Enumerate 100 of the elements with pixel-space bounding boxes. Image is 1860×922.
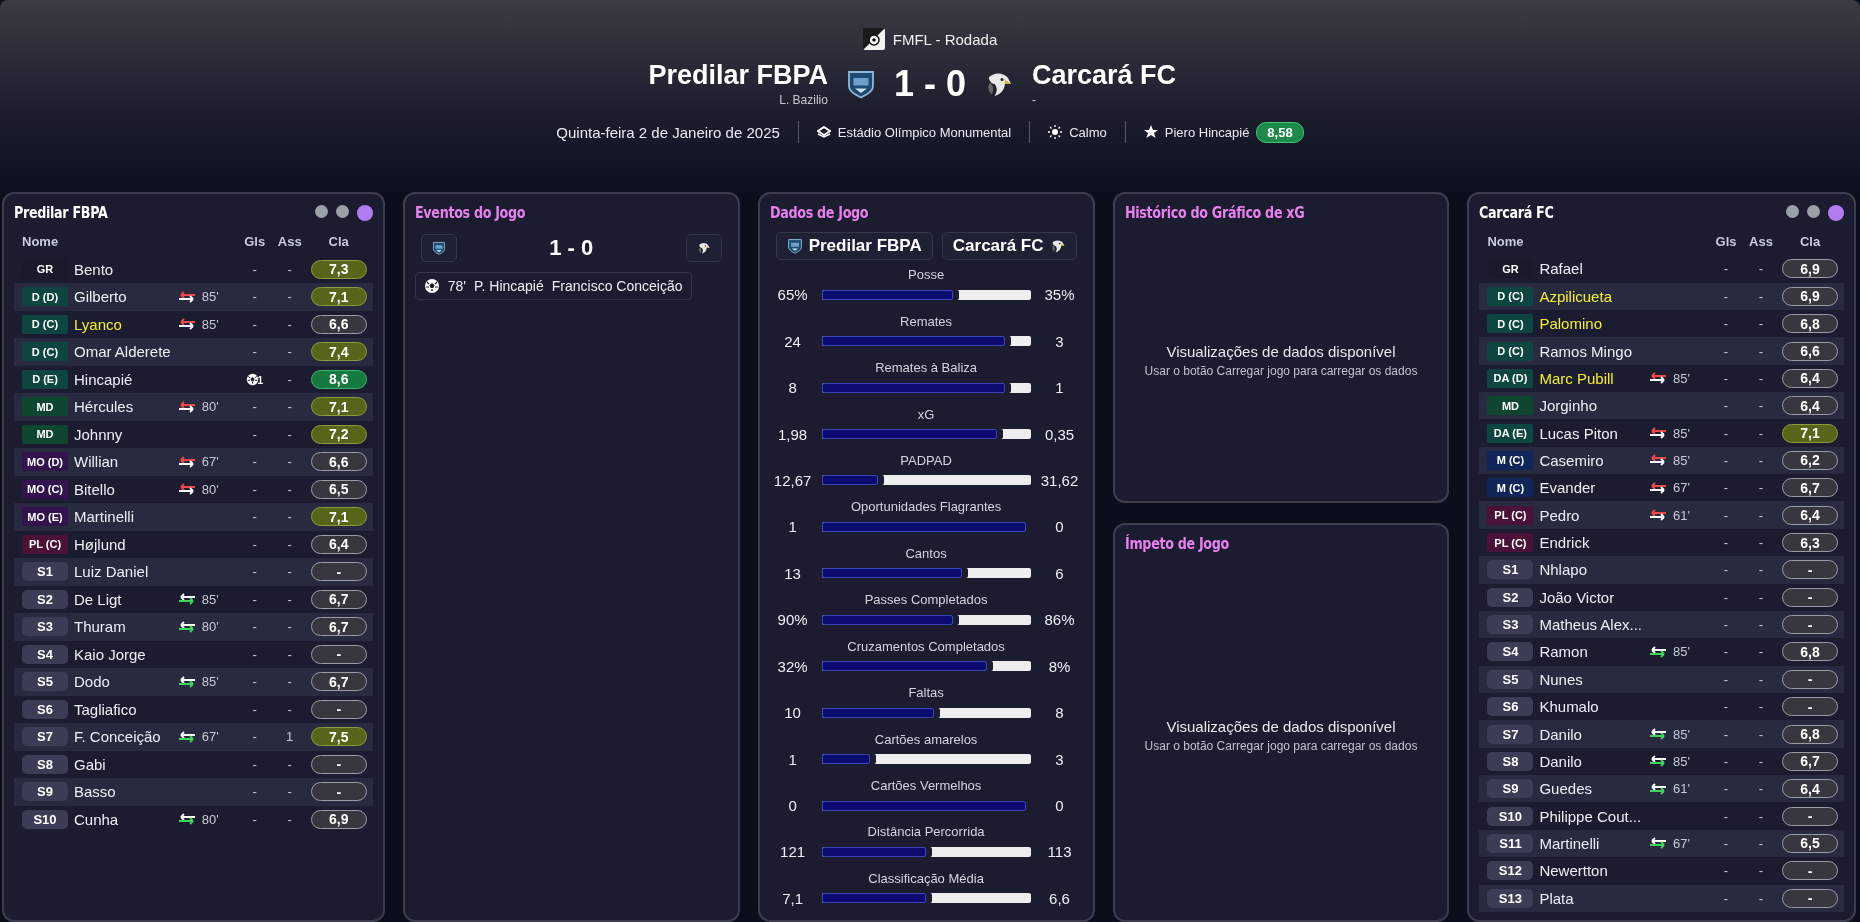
goals-cell-text: -	[1722, 398, 1730, 414]
rating-badge: -	[1782, 615, 1838, 635]
substitution-icon	[176, 400, 197, 413]
view-dot[interactable]	[314, 205, 328, 218]
rating-badge: -	[310, 644, 367, 664]
position-badge: S7	[1487, 724, 1534, 744]
assists-cell-text: -	[286, 399, 293, 415]
player-name: Ramos Mingo	[1539, 342, 1633, 360]
rating-badge: -	[310, 754, 367, 774]
position-badge: D (C)	[1487, 286, 1534, 306]
stat-label: Cruzamentos Completados	[847, 638, 1005, 654]
position-badge: S6	[1487, 697, 1534, 717]
position-badge: S12	[1487, 861, 1534, 881]
substitution-icon	[1648, 372, 1668, 385]
sub-minute: 67'	[1673, 480, 1690, 496]
away-team-name: Carcará FC	[1032, 60, 1177, 91]
sub-minute: 80'	[201, 399, 219, 415]
empty-hint: Usar o botão Carregar jogo para carregar os dados	[1144, 363, 1418, 378]
rating-badge: -	[1782, 888, 1838, 908]
rating-badge: -	[310, 562, 367, 582]
away-value: 3	[1054, 332, 1065, 350]
assists-cell-text: -	[286, 536, 293, 552]
assists-cell-text: -	[1757, 863, 1765, 879]
goals-cell-text: -	[1722, 617, 1730, 633]
assists-cell-text: -	[1757, 507, 1765, 523]
goals-cell-text: -	[251, 426, 258, 442]
substitution-icon	[176, 483, 197, 496]
goals-cell-text: -	[251, 784, 258, 800]
player-name: João Victor	[1539, 588, 1616, 606]
rating-badge: 6,7	[1782, 751, 1838, 771]
player-name: Evander	[1539, 479, 1597, 497]
goals-cell-text: -	[251, 454, 258, 470]
position-badge: MD	[1487, 396, 1534, 416]
away-value: 86%	[1043, 611, 1076, 629]
sub-minute: 85'	[1673, 726, 1690, 742]
substitution-icon	[1648, 481, 1668, 494]
away-team-button[interactable]: Carcará FC	[941, 231, 1077, 260]
away-value: 1	[1054, 379, 1065, 397]
goals-cell-text: -	[1722, 753, 1730, 769]
assists-cell-text: -	[1757, 617, 1765, 633]
goals-cell-text: -	[251, 701, 258, 717]
league-logo-icon	[862, 28, 885, 50]
goals-cell-text: -	[251, 564, 258, 580]
player-name: Johnny	[74, 425, 124, 443]
scorer-name: P. Hincapié	[473, 278, 544, 294]
stat-label: Distância Percorrida	[867, 824, 985, 840]
position-badge: S1	[22, 562, 68, 582]
goals-cell-text: -	[1722, 452, 1730, 468]
view-dot[interactable]	[1828, 204, 1844, 221]
star-icon	[1143, 125, 1158, 139]
stat-label: Remates à Baliza	[875, 360, 977, 376]
home-crest-button[interactable]	[420, 234, 457, 262]
position-badge: S2	[22, 589, 68, 609]
assists-cell-text: -	[286, 481, 293, 497]
substitution-icon	[1648, 645, 1668, 658]
away-crest-button[interactable]	[685, 234, 722, 262]
position-badge: S3	[1487, 615, 1534, 635]
position-badge: S5	[22, 672, 68, 692]
goals-cell-text: -	[1722, 589, 1730, 605]
assists-cell-text: -	[1757, 781, 1765, 797]
assists-cell-text: -	[1757, 343, 1765, 359]
goals-cell-text: -	[251, 811, 258, 827]
event-minute: 78'	[447, 278, 466, 294]
stat-label: Posse	[908, 267, 945, 283]
rating-badge: 6,8	[1782, 314, 1838, 334]
sun-icon	[1048, 125, 1063, 139]
player-name: Cunha	[74, 810, 120, 828]
player-name: Ramon	[1539, 643, 1589, 661]
away-value: 31,62	[1039, 471, 1080, 489]
view-dot[interactable]	[1807, 204, 1820, 218]
sub-minute: 85'	[1673, 644, 1690, 660]
view-dot[interactable]	[335, 205, 349, 218]
assists-cell-text: -	[1757, 726, 1765, 742]
position-badge: D (C)	[22, 314, 68, 334]
eagle-icon	[1049, 237, 1066, 254]
view-dot[interactable]	[356, 205, 373, 221]
sub-minute: 85'	[201, 316, 219, 332]
eagle-icon	[696, 241, 711, 255]
goals-cell-text: -	[251, 729, 258, 745]
player-name: Khumalo	[1539, 698, 1600, 716]
goals-cell-text: -	[1722, 644, 1730, 660]
player-name: F. Conceição	[74, 728, 162, 746]
sub-minute: 61'	[1673, 781, 1690, 797]
goals-cell-text: -	[1722, 699, 1730, 715]
position-badge: S8	[22, 754, 68, 774]
assists-cell-text: -	[286, 454, 293, 470]
column-header: Gls	[243, 234, 267, 250]
substitution-icon	[1648, 837, 1668, 850]
competition-name: FMFL - Rodada	[892, 30, 998, 48]
column-header: Cla	[1798, 234, 1822, 250]
rating-badge: 6,3	[1782, 533, 1838, 552]
rating-badge: -	[310, 782, 367, 802]
assists-cell-text: -	[286, 591, 293, 607]
ball-icon	[246, 372, 260, 386]
goals-cell-text: -	[1722, 507, 1730, 523]
column-header: Cla	[327, 234, 350, 250]
rating-badge: 6,7	[310, 672, 367, 692]
sub-minute: 67'	[201, 729, 219, 745]
view-dot[interactable]	[1786, 204, 1799, 218]
home-team-button[interactable]: Predilar FBPA	[775, 231, 933, 260]
